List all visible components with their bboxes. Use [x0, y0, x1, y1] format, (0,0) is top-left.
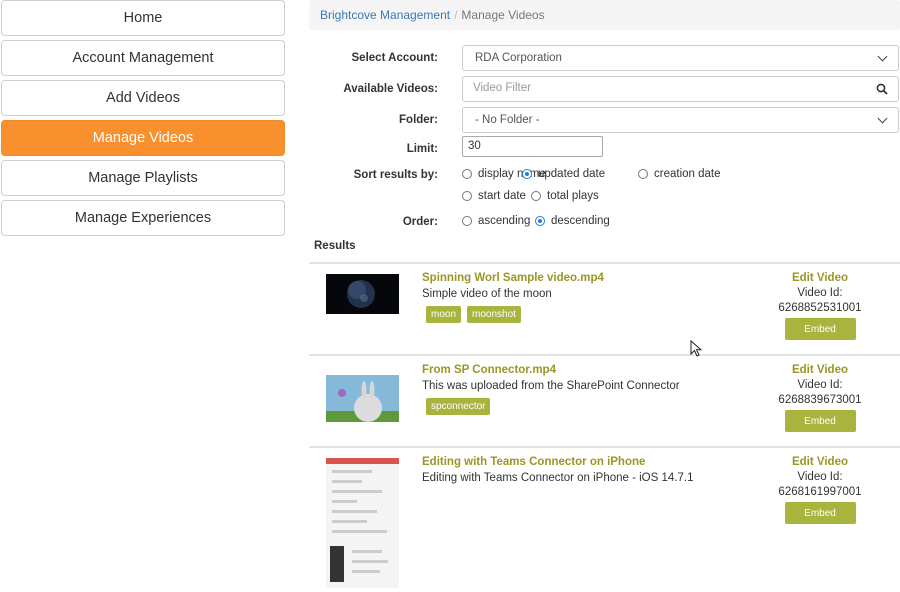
video-id-value: 6268852531001 — [778, 302, 862, 314]
account-select[interactable]: RDA Corporation — [462, 45, 899, 71]
sort-label: Sort results by: — [353, 169, 438, 181]
breadcrumb: Brightcove Management / Manage Videos — [309, 0, 900, 30]
nav-add-videos-button[interactable]: Add Videos — [1, 80, 285, 116]
radio-label: descending — [551, 215, 610, 227]
radio-checked-icon — [522, 169, 532, 179]
mouse-cursor-icon — [690, 340, 702, 357]
bunny-thumbnail[interactable] — [326, 368, 399, 422]
video-title[interactable]: Spinning Worl Sample video.mp4 — [422, 272, 604, 284]
chevron-down-icon — [877, 51, 888, 61]
radio-icon — [638, 169, 648, 179]
tag-list: spconnector — [426, 398, 491, 415]
radio-label: total plays — [547, 190, 599, 202]
search-button[interactable] — [865, 76, 899, 102]
breadcrumb-separator: / — [454, 8, 458, 22]
radio-icon — [531, 191, 541, 201]
sort-start-date-radio[interactable]: start date — [462, 190, 526, 202]
video-id-value: 6268839673001 — [778, 394, 862, 406]
result-row: From SP Connector.mp4 This was uploaded … — [309, 354, 900, 446]
sort-updated-date-radio[interactable]: updated date — [522, 168, 605, 180]
embed-button[interactable]: Embed — [784, 318, 856, 340]
edit-video-link[interactable]: Edit Video — [749, 364, 891, 376]
search-icon — [876, 83, 888, 95]
account-select-value: RDA Corporation — [475, 52, 562, 64]
nav-account-management-button[interactable]: Account Management — [1, 40, 285, 76]
video-id-label: Video Id: — [797, 287, 843, 299]
result-row: Spinning Worl Sample video.mp4 Simple vi… — [309, 262, 900, 354]
nav-manage-playlists-button[interactable]: Manage Playlists — [1, 160, 285, 196]
embed-button[interactable]: Embed — [784, 502, 856, 524]
video-id-label: Video Id: — [797, 471, 843, 483]
radio-label: creation date — [654, 168, 721, 180]
sort-total-plays-radio[interactable]: total plays — [531, 190, 599, 202]
breadcrumb-current: Manage Videos — [461, 8, 545, 22]
video-description: This was uploaded from the SharePoint Co… — [422, 380, 680, 392]
embed-button[interactable]: Embed — [784, 410, 856, 432]
radio-icon — [462, 169, 472, 179]
edit-video-link[interactable]: Edit Video — [749, 272, 891, 284]
sort-creation-date-radio[interactable]: creation date — [638, 168, 721, 180]
limit-input[interactable]: 30 — [462, 136, 603, 157]
nav-manage-videos-button[interactable]: Manage Videos — [1, 120, 285, 156]
video-id-label: Video Id: — [797, 379, 843, 391]
tag-list: moon moonshot — [426, 306, 521, 323]
radio-label: updated date — [538, 168, 606, 180]
edit-video-link[interactable]: Edit Video — [749, 456, 891, 468]
video-title[interactable]: Editing with Teams Connector on iPhone — [422, 456, 645, 468]
results-heading: Results — [314, 240, 356, 252]
nav-manage-experiences-button[interactable]: Manage Experiences — [1, 200, 285, 236]
available-videos-label: Available Videos: — [343, 83, 438, 95]
radio-label: ascending — [478, 215, 531, 227]
video-id-value: 6268161997001 — [778, 486, 862, 498]
limit-label: Limit: — [406, 143, 438, 155]
video-actions: Edit Video Video Id: 6268161997001 Embed — [749, 456, 891, 524]
video-actions: Edit Video Video Id: 6268852531001 Embed — [749, 272, 891, 340]
radio-label: start date — [478, 190, 526, 202]
video-filter-input[interactable]: Video Filter — [462, 76, 866, 102]
phone-screenshot-thumbnail[interactable] — [326, 458, 399, 588]
video-description: Simple video of the moon — [422, 288, 552, 300]
video-description: Editing with Teams Connector on iPhone -… — [422, 472, 694, 484]
tag-badge[interactable]: moon — [426, 306, 462, 323]
select-account-label: Select Account: — [351, 52, 438, 64]
moon-thumbnail[interactable] — [326, 274, 399, 314]
breadcrumb-home-link[interactable]: Brightcove Management — [320, 8, 450, 22]
nav-home-button[interactable]: Home — [1, 0, 285, 36]
radio-icon — [462, 191, 472, 201]
video-title[interactable]: From SP Connector.mp4 — [422, 364, 556, 376]
tag-badge[interactable]: spconnector — [426, 398, 491, 415]
tag-badge[interactable]: moonshot — [467, 306, 521, 323]
radio-icon — [462, 216, 472, 226]
order-descending-radio[interactable]: descending — [535, 215, 610, 227]
folder-select[interactable]: - No Folder - — [462, 107, 899, 133]
radio-checked-icon — [535, 216, 545, 226]
folder-label: Folder: — [399, 114, 438, 126]
folder-select-value: - No Folder - — [475, 114, 540, 126]
order-label: Order: — [402, 216, 438, 228]
chevron-down-icon — [877, 113, 888, 123]
video-actions: Edit Video Video Id: 6268839673001 Embed — [749, 364, 891, 432]
order-ascending-radio[interactable]: ascending — [462, 215, 530, 227]
result-row: Editing with Teams Connector on iPhone E… — [309, 446, 900, 592]
